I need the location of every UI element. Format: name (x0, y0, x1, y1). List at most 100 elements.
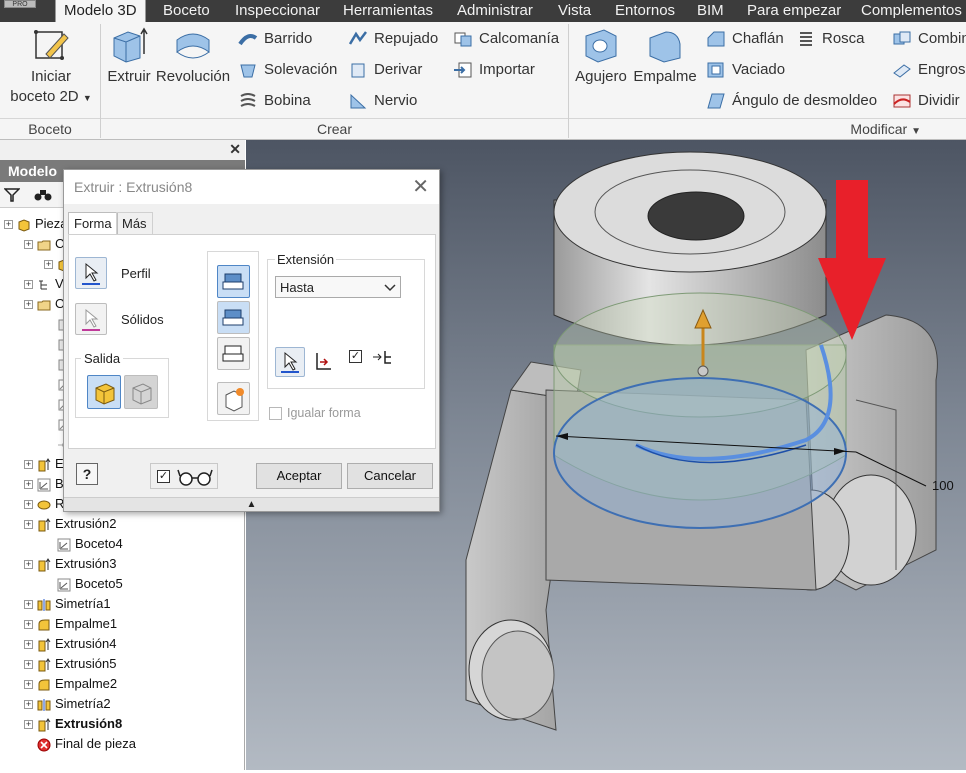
expand-toggle-icon[interactable]: + (24, 280, 33, 290)
tab-herramientas[interactable]: Herramientas (343, 0, 433, 22)
expand-toggle-icon[interactable]: + (24, 600, 33, 610)
close-icon[interactable]: ✕ (412, 170, 429, 204)
expand-toggle-icon[interactable]: + (24, 640, 33, 650)
extrude-icon (113, 27, 148, 63)
expand-toggle-icon[interactable]: + (24, 660, 33, 670)
tree-item[interactable]: Final de pieza (24, 734, 136, 754)
tab-entornos[interactable]: Entornos (615, 0, 675, 22)
tab-mas[interactable]: Más (116, 212, 153, 234)
ok-button[interactable]: Aceptar (256, 463, 342, 489)
sweep-icon (238, 34, 258, 46)
solid-output-icon (95, 383, 115, 405)
combine-button[interactable]: Combin (892, 28, 966, 50)
expand-toggle-icon[interactable]: + (24, 300, 33, 310)
group-label-modificar[interactable]: Modificar ▼ (569, 118, 966, 139)
tree-item[interactable]: + Empalme1 (24, 614, 117, 634)
emboss-button[interactable]: Repujado (348, 28, 438, 50)
extrude-icon (37, 714, 55, 734)
tree-item[interactable]: + Extrusión5 (24, 654, 116, 674)
tree-item[interactable]: + Extrusión8 (24, 714, 122, 734)
thread-button[interactable]: Rosca (796, 28, 865, 50)
coil-label: Bobina (264, 92, 311, 109)
tree-item[interactable]: Boceto5 (44, 574, 123, 594)
expand-toggle-icon[interactable]: + (24, 240, 33, 250)
extend-face-icon[interactable] (313, 350, 335, 374)
expand-toggle-icon[interactable]: + (24, 720, 33, 730)
rib-button[interactable]: Nervio (348, 90, 417, 112)
extrude-button[interactable]: Extruir (106, 26, 152, 87)
loft-button[interactable]: Solevación (238, 59, 337, 81)
import-icon (454, 62, 472, 78)
coil-button[interactable]: Bobina (238, 90, 311, 112)
dimension-value[interactable]: 100 (932, 478, 954, 493)
tree-item[interactable]: Boceto4 (44, 534, 123, 554)
filter-icon[interactable] (4, 188, 20, 202)
tree-item[interactable]: + Extrusión2 (24, 514, 116, 534)
expand-dialog-toggle[interactable]: ▲ (64, 497, 439, 511)
preview-checkbox[interactable]: ✓ (157, 470, 170, 483)
preview-toggle[interactable]: ✓ (150, 463, 218, 489)
tree-item-label: Boceto5 (75, 576, 123, 591)
split-button[interactable]: Dividir (892, 90, 960, 112)
profile-selector[interactable] (75, 257, 107, 289)
output-surface-button[interactable] (124, 375, 158, 409)
output-solid-button[interactable] (87, 375, 121, 409)
expand-toggle-icon[interactable]: + (24, 560, 33, 570)
expand-toggle-icon[interactable]: + (24, 500, 33, 510)
expand-toggle-icon[interactable]: + (24, 460, 33, 470)
fillet-icon (37, 614, 55, 634)
tab-bim[interactable]: BIM (697, 0, 724, 22)
tree-item[interactable]: + Extrusión4 (24, 634, 116, 654)
close-icon[interactable]: ✕ (229, 141, 241, 158)
sweep-button[interactable]: Barrido (238, 28, 312, 50)
thicken-button[interactable]: Engros (892, 59, 966, 81)
help-button[interactable]: ? (76, 463, 98, 485)
fillet-button[interactable]: Empalme (633, 26, 697, 87)
tab-administrar[interactable]: Administrar (457, 0, 533, 22)
extent-dropdown[interactable]: Hasta (275, 276, 401, 298)
chamfer-button[interactable]: Chaflán (706, 28, 784, 50)
binoculars-icon[interactable] (34, 188, 52, 202)
tab-modelo-3d[interactable]: Modelo 3D (55, 0, 146, 22)
hole-button[interactable]: Agujero (572, 26, 630, 87)
tree-item[interactable]: + Simetría1 (24, 594, 111, 614)
revolve-button[interactable]: Revolución (155, 26, 231, 87)
start-2d-sketch-button[interactable]: Iniciar boceto 2D ▼ (6, 26, 96, 108)
tab-forma[interactable]: Forma (68, 212, 118, 234)
tab-inspeccionar[interactable]: Inspeccionar (235, 0, 320, 22)
terminate-checkbox[interactable]: ✓ (349, 350, 362, 363)
draft-button[interactable]: Ángulo de desmoldeo (706, 90, 877, 112)
shell-button[interactable]: Vaciado (706, 59, 785, 81)
thicken-icon (893, 64, 911, 78)
tree-item[interactable]: + Simetría2 (24, 694, 111, 714)
import-button[interactable]: Importar (453, 59, 535, 81)
tab-complementos[interactable]: Complementos (861, 0, 962, 22)
group-label-boceto: Boceto (0, 118, 100, 139)
tree-item-label: Simetría1 (55, 596, 111, 611)
expand-toggle-icon[interactable]: + (4, 220, 13, 230)
to-face-selector[interactable] (275, 347, 305, 377)
solids-selector[interactable] (75, 303, 107, 335)
tree-item[interactable]: + Extrusión3 (24, 554, 116, 574)
expand-toggle-icon[interactable]: + (24, 620, 33, 630)
expand-toggle-icon[interactable]: + (24, 520, 33, 530)
join-button[interactable] (217, 265, 250, 298)
match-shape-checkbox[interactable] (269, 407, 282, 420)
intersect-button[interactable] (217, 337, 250, 370)
tab-boceto[interactable]: Boceto (163, 0, 210, 22)
expand-toggle-icon[interactable]: + (44, 260, 53, 270)
tree-item[interactable]: + Empalme2 (24, 674, 117, 694)
tab-para-empezar[interactable]: Para empezar (747, 0, 841, 22)
tab-vista[interactable]: Vista (558, 0, 591, 22)
combine-label: Combin (918, 30, 966, 47)
chevron-down-icon: ▼ (911, 126, 921, 137)
expand-toggle-icon[interactable]: + (24, 680, 33, 690)
decal-button[interactable]: Calcomanía (453, 28, 559, 50)
derive-button[interactable]: Derivar (348, 59, 422, 81)
expand-toggle-icon[interactable]: + (24, 480, 33, 490)
glasses-icon (177, 469, 213, 486)
cancel-button[interactable]: Cancelar (347, 463, 433, 489)
new-solid-button[interactable] (217, 382, 250, 415)
expand-toggle-icon[interactable]: + (24, 700, 33, 710)
cut-button[interactable] (217, 301, 250, 334)
